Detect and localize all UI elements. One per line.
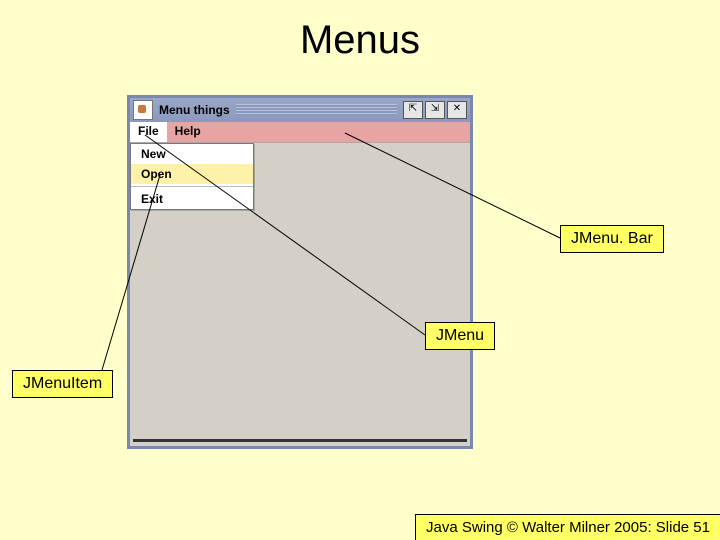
window-content: New Open Exit	[130, 143, 470, 445]
close-button[interactable]: ✕	[447, 101, 467, 119]
menuitem-open[interactable]: Open	[131, 164, 253, 184]
file-dropdown: New Open Exit	[130, 143, 254, 210]
titlebar-drag-strip	[236, 104, 397, 116]
slide-footer: Java Swing © Walter Milner 2005: Slide 5…	[415, 514, 720, 540]
menu-help[interactable]: Help	[167, 122, 209, 142]
annot-jmenu: JMenu	[425, 322, 495, 350]
menu-file[interactable]: File	[130, 122, 167, 142]
window-control-buttons: ⇱ ⇲ ✕	[403, 101, 467, 119]
menuitem-new[interactable]: New	[131, 144, 253, 164]
java-icon	[133, 100, 153, 120]
menu-bar: File Help	[130, 122, 470, 143]
java-window: Menu things ⇱ ⇲ ✕ File Help New Open Exi…	[127, 95, 473, 449]
minimize-button[interactable]: ⇱	[403, 101, 423, 119]
menuitem-exit[interactable]: Exit	[131, 189, 253, 209]
slide-title: Menus	[0, 18, 720, 63]
window-titlebar: Menu things ⇱ ⇲ ✕	[130, 98, 470, 122]
annot-jmenuitem: JMenuItem	[12, 370, 113, 398]
window-title: Menu things	[159, 103, 230, 117]
maximize-button[interactable]: ⇲	[425, 101, 445, 119]
statusbar-stub	[133, 439, 467, 442]
annot-jmenubar: JMenu. Bar	[560, 225, 664, 253]
menu-separator	[131, 186, 253, 187]
